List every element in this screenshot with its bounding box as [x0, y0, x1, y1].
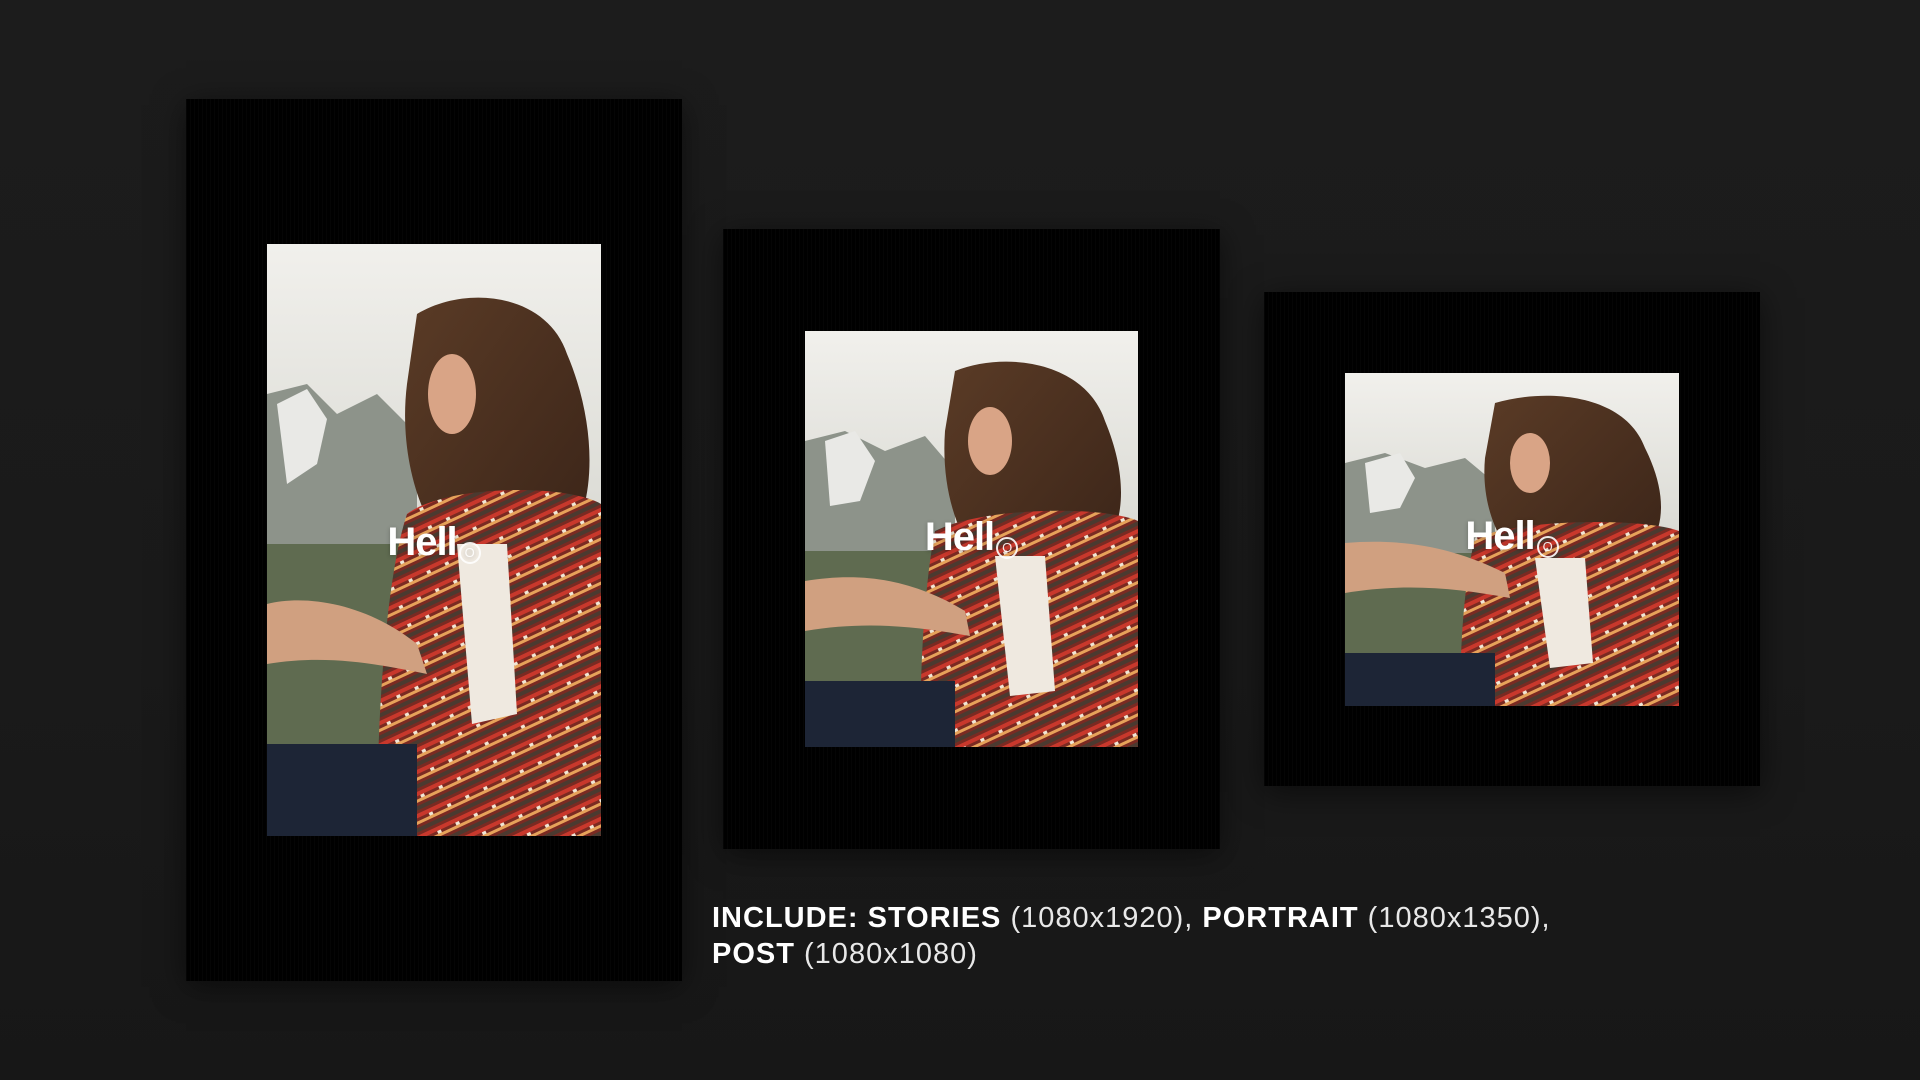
- portrait-label: PORTRAIT: [1202, 902, 1359, 934]
- headline-text: Hell: [1465, 514, 1535, 558]
- portrait-size: (1080x1350),: [1358, 902, 1551, 934]
- headline-o-mark: O: [458, 542, 481, 564]
- post-mockup-frame: Hell O: [1264, 292, 1760, 786]
- stories-preview-photo: Hell O: [267, 244, 601, 836]
- post-headline: Hell O: [1345, 514, 1679, 559]
- portrait-preview-photo: Hell O: [805, 331, 1138, 747]
- post-preview-photo: Hell O: [1345, 373, 1679, 706]
- formats-caption: INCLUDE: STORIES (1080x1920), PORTRAIT (…: [712, 900, 1712, 972]
- stories-size: (1080x1920),: [1001, 902, 1203, 934]
- stories-headline: Hell O: [267, 520, 601, 565]
- portrait-mockup-frame: Hell O: [723, 229, 1220, 849]
- caption-prefix: INCLUDE:: [712, 902, 868, 934]
- headline-o-mark: O: [1536, 536, 1559, 558]
- post-label: POST: [712, 938, 795, 970]
- caption-line-1: INCLUDE: STORIES (1080x1920), PORTRAIT (…: [712, 900, 1712, 936]
- stories-label: STORIES: [867, 902, 1002, 934]
- headline-text: Hell: [924, 515, 995, 559]
- caption-line-2: POST (1080x1080): [712, 936, 1712, 972]
- portrait-headline: Hell O: [805, 515, 1138, 560]
- headline-text: Hell: [387, 520, 457, 564]
- post-size: (1080x1080): [794, 938, 978, 970]
- stories-mockup-frame: Hell O: [186, 99, 682, 981]
- headline-o-mark: O: [996, 537, 1019, 559]
